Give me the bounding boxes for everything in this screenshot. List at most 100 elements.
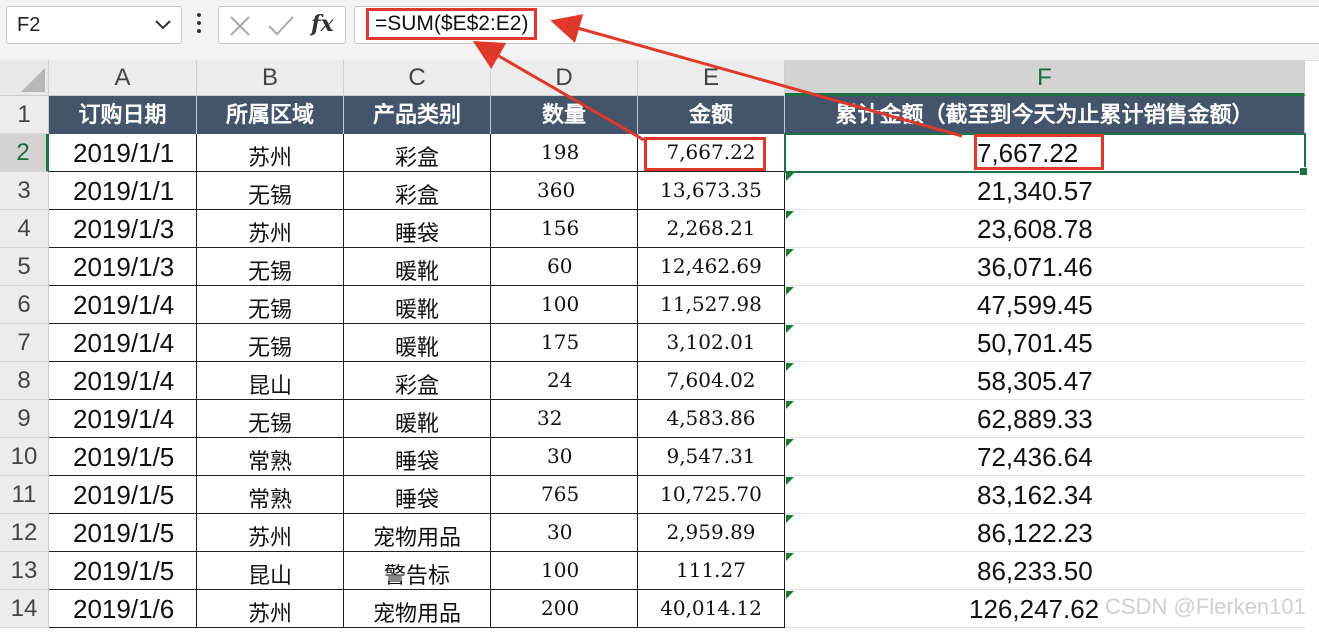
formula-text[interactable]: =SUM($E$2:E2): [366, 8, 538, 40]
error-indicator-icon[interactable]: [786, 515, 794, 523]
row-header[interactable]: 5: [0, 248, 49, 286]
header-cell-a[interactable]: 订购日期: [49, 96, 197, 134]
table-cell-b[interactable]: 苏州: [197, 134, 344, 172]
table-cell-b[interactable]: 昆山: [197, 362, 344, 400]
table-cell-e[interactable]: 2,959.89: [638, 514, 785, 552]
table-cell-d[interactable]: 100: [491, 286, 638, 324]
table-cell-c[interactable]: 彩盒: [344, 134, 491, 172]
column-header-b[interactable]: B: [197, 60, 344, 96]
error-indicator-icon[interactable]: [786, 401, 794, 409]
row-header[interactable]: 1: [0, 96, 49, 134]
insert-function-icon[interactable]: fx: [311, 11, 334, 37]
row-header[interactable]: 7: [0, 324, 49, 362]
table-cell-c[interactable]: 宠物用品: [344, 590, 491, 628]
error-indicator-icon[interactable]: [786, 325, 794, 333]
table-cell-f[interactable]: 47,599.45: [785, 286, 1305, 324]
table-cell-f[interactable]: 83,162.34: [785, 476, 1305, 514]
table-cell-d[interactable]: 24: [491, 362, 638, 400]
row-header[interactable]: 13: [0, 552, 49, 590]
column-header-c[interactable]: C: [344, 60, 491, 96]
table-cell-c[interactable]: 暖靴: [344, 286, 491, 324]
table-cell-b[interactable]: 无锡: [197, 324, 344, 362]
table-cell-e[interactable]: 11,527.98: [638, 286, 785, 324]
table-cell-c[interactable]: 警告标: [344, 552, 491, 590]
row-header[interactable]: 3: [0, 172, 49, 210]
table-cell-e[interactable]: 9,547.31: [638, 438, 785, 476]
error-indicator-icon[interactable]: [786, 211, 794, 219]
error-indicator-icon[interactable]: [786, 363, 794, 371]
table-cell-f[interactable]: 58,305.47: [785, 362, 1305, 400]
error-indicator-icon[interactable]: [786, 439, 794, 447]
more-options-icon[interactable]: [196, 13, 202, 37]
table-cell-d[interactable]: 198: [491, 134, 638, 172]
table-cell-a[interactable]: 2019/1/4: [49, 286, 197, 324]
table-cell-e[interactable]: 40,014.12: [638, 590, 785, 628]
table-cell-a[interactable]: 2019/1/5: [49, 514, 197, 552]
table-cell-b[interactable]: 昆山: [197, 552, 344, 590]
row-header[interactable]: 10: [0, 438, 49, 476]
table-cell-f[interactable]: 86,122.23: [785, 514, 1305, 552]
table-cell-e[interactable]: 2,268.21: [638, 210, 785, 248]
table-cell-d[interactable]: 200: [491, 590, 638, 628]
table-cell-f[interactable]: 50,701.45: [785, 324, 1305, 362]
table-cell-e[interactable]: 111.27: [638, 552, 785, 590]
table-cell-a[interactable]: 2019/1/5: [49, 476, 197, 514]
table-cell-a[interactable]: 2019/1/5: [49, 552, 197, 590]
table-cell-d[interactable]: 30: [491, 438, 638, 476]
header-cell-d[interactable]: 数量: [491, 96, 638, 134]
row-header[interactable]: 6: [0, 286, 49, 324]
table-cell-c[interactable]: 宠物用品: [344, 514, 491, 552]
row-header[interactable]: 11: [0, 476, 49, 514]
table-cell-c[interactable]: 暖靴: [344, 248, 491, 286]
table-cell-d[interactable]: 765: [491, 476, 638, 514]
table-cell-a[interactable]: 2019/1/4: [49, 362, 197, 400]
table-cell-a[interactable]: 2019/1/6: [49, 590, 197, 628]
column-header-d[interactable]: D: [491, 60, 638, 96]
table-cell-b[interactable]: 无锡: [197, 172, 344, 210]
table-cell-e[interactable]: 7,604.02: [638, 362, 785, 400]
table-cell-b[interactable]: 无锡: [197, 400, 344, 438]
table-cell-e[interactable]: 4,583.86: [638, 400, 785, 438]
row-header[interactable]: 8: [0, 362, 49, 400]
table-cell-a[interactable]: 2019/1/1: [49, 134, 197, 172]
chevron-down-icon[interactable]: [155, 20, 171, 30]
table-cell-f[interactable]: 36,071.46: [785, 248, 1305, 286]
table-cell-b[interactable]: 无锡: [197, 286, 344, 324]
table-cell-b[interactable]: 常熟: [197, 476, 344, 514]
table-cell-c[interactable]: 彩盒: [344, 172, 491, 210]
table-cell-f[interactable]: 62,889.33: [785, 400, 1305, 438]
header-cell-b[interactable]: 所属区域: [197, 96, 344, 134]
table-cell-c[interactable]: 暖靴: [344, 324, 491, 362]
table-cell-c[interactable]: 彩盒: [344, 362, 491, 400]
table-cell-e[interactable]: 13,673.35: [638, 172, 785, 210]
table-cell-f[interactable]: 86,233.50: [785, 552, 1305, 590]
table-cell-a[interactable]: 2019/1/4: [49, 400, 197, 438]
table-cell-c[interactable]: 暖靴: [344, 400, 491, 438]
row-header[interactable]: 14: [0, 590, 49, 628]
row-header[interactable]: 12: [0, 514, 49, 552]
table-cell-e[interactable]: 3,102.01: [638, 324, 785, 362]
table-cell-d[interactable]: 32: [491, 400, 638, 438]
header-cell-e[interactable]: 金额: [638, 96, 785, 134]
table-cell-f[interactable]: 23,608.78: [785, 210, 1305, 248]
error-indicator-icon[interactable]: [786, 553, 794, 561]
table-cell-d[interactable]: 156: [491, 210, 638, 248]
table-cell-d[interactable]: 60: [491, 248, 638, 286]
table-cell-d[interactable]: 175: [491, 324, 638, 362]
table-cell-a[interactable]: 2019/1/3: [49, 248, 197, 286]
error-indicator-icon[interactable]: [786, 591, 794, 599]
fill-handle[interactable]: [1299, 167, 1308, 176]
table-cell-e[interactable]: 10,725.70: [638, 476, 785, 514]
name-box[interactable]: F2: [6, 6, 182, 44]
table-cell-c[interactable]: 睡袋: [344, 438, 491, 476]
cancel-icon[interactable]: [229, 15, 251, 37]
table-cell-f[interactable]: 72,436.64: [785, 438, 1305, 476]
table-cell-a[interactable]: 2019/1/1: [49, 172, 197, 210]
table-cell-c[interactable]: 睡袋: [344, 210, 491, 248]
table-cell-d[interactable]: 100: [491, 552, 638, 590]
check-icon[interactable]: [267, 15, 295, 37]
table-cell-d[interactable]: 360: [491, 172, 638, 210]
table-cell-a[interactable]: 2019/1/3: [49, 210, 197, 248]
table-cell-a[interactable]: 2019/1/4: [49, 324, 197, 362]
select-all-corner[interactable]: [0, 60, 49, 96]
